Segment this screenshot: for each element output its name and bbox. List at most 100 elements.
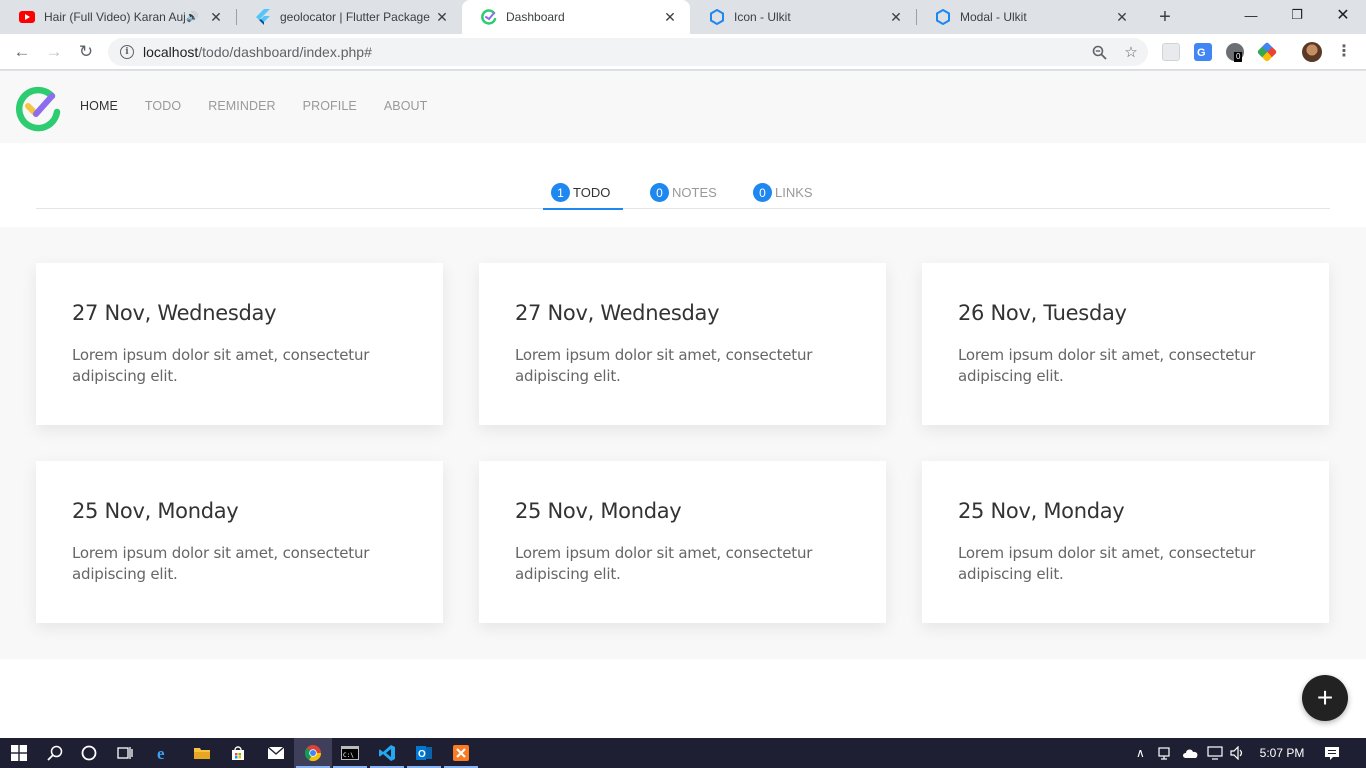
add-todo-button[interactable]: +	[1302, 675, 1348, 721]
extension-privacy-icon[interactable]: 0	[1226, 43, 1244, 62]
close-tab-icon[interactable]: ✕	[888, 9, 904, 25]
tab-label: Links	[775, 185, 813, 200]
browser-tab-geolocator[interactable]: geolocator | Flutter Package ✕	[236, 0, 462, 34]
youtube-icon	[19, 9, 35, 25]
card-body: Lorem ipsum dolor sit amet, consectetur …	[72, 346, 370, 385]
todo-card[interactable]: 27 Nov, Wednesday Lorem ipsum dolor sit …	[479, 263, 886, 425]
bookmark-star-icon[interactable]: ☆	[1122, 43, 1140, 61]
windows-start-icon[interactable]	[0, 738, 38, 768]
tab-label: Notes	[672, 185, 717, 200]
content-tabs: 1 Todo 0 Notes 0 Links	[36, 183, 1330, 210]
tab-title: Modal - Ulkit	[960, 10, 1027, 24]
cortana-icon[interactable]	[70, 738, 108, 768]
site-info-icon[interactable]: i	[120, 45, 134, 59]
tab-title: Icon - Ulkit	[734, 10, 791, 24]
file-explorer-icon[interactable]	[183, 738, 221, 768]
card-body: Lorem ipsum dolor sit amet, consectetur …	[515, 346, 813, 385]
count-badge: 0	[650, 183, 669, 202]
outlook-icon[interactable]: O	[405, 738, 443, 768]
network-tray-icon[interactable]	[1158, 738, 1174, 768]
tab-title: Hair (Full Video) Karan Auj	[44, 10, 186, 24]
edge-icon[interactable]: e	[145, 738, 183, 768]
store-icon[interactable]	[219, 738, 257, 768]
browser-tab-icon-uikit[interactable]: Icon - Ulkit ✕	[690, 0, 916, 34]
back-button[interactable]: ←	[10, 40, 34, 64]
browser-menu-icon[interactable]: ⋮	[1336, 42, 1352, 62]
card-title: 26 Nov, Tuesday	[958, 301, 1127, 325]
browser-tab-modal-uikit[interactable]: Modal - Ulkit ✕	[916, 0, 1142, 34]
card-title: 25 Nov, Monday	[958, 499, 1125, 523]
windows-taskbar: e C:\ O ∧ 5:07 PM	[0, 738, 1366, 768]
zoom-icon[interactable]	[1090, 43, 1108, 61]
page-viewport: Home Todo Reminder Profile About 1 Todo …	[0, 71, 1366, 738]
primary-nav: Home Todo Reminder Profile About	[80, 99, 454, 113]
todo-card[interactable]: 25 Nov, Monday Lorem ipsum dolor sit ame…	[922, 461, 1329, 623]
extension-badge: 0	[1234, 52, 1243, 62]
onedrive-icon[interactable]	[1182, 738, 1200, 768]
xampp-icon[interactable]	[442, 738, 480, 768]
nav-profile[interactable]: Profile	[303, 99, 357, 113]
reload-button[interactable]: ↻	[74, 40, 98, 64]
close-tab-icon[interactable]: ✕	[208, 9, 224, 25]
cards-section: 27 Nov, Wednesday Lorem ipsum dolor sit …	[0, 227, 1366, 659]
card-body: Lorem ipsum dolor sit amet, consectetur …	[958, 544, 1256, 583]
card-body: Lorem ipsum dolor sit amet, consectetur …	[72, 544, 370, 583]
todo-card[interactable]: 27 Nov, Wednesday Lorem ipsum dolor sit …	[36, 263, 443, 425]
card-body: Lorem ipsum dolor sit amet, consectetur …	[958, 346, 1256, 385]
color-picker-extension-icon[interactable]	[1256, 41, 1278, 63]
count-badge: 1	[551, 183, 570, 202]
nav-todo[interactable]: Todo	[145, 99, 181, 113]
restore-button[interactable]: ❐	[1274, 0, 1320, 30]
card-body: Lorem ipsum dolor sit amet, consectetur …	[515, 544, 813, 583]
browser-tab-dashboard[interactable]: Dashboard ✕	[462, 0, 690, 34]
nav-about[interactable]: About	[384, 99, 428, 113]
google-translate-icon[interactable]: G	[1194, 43, 1212, 61]
extension-blank-icon[interactable]	[1162, 43, 1180, 61]
todo-card[interactable]: 26 Nov, Tuesday Lorem ipsum dolor sit am…	[922, 263, 1329, 425]
nav-reminder[interactable]: Reminder	[208, 99, 275, 113]
show-hidden-icons[interactable]: ∧	[1136, 738, 1145, 768]
search-icon[interactable]	[36, 738, 74, 768]
browser-toolbar: ← → ↻ i localhost/todo/dashboard/index.p…	[0, 34, 1366, 70]
tab-links[interactable]: 0 Links	[745, 183, 821, 209]
card-title: 25 Nov, Monday	[72, 499, 239, 523]
card-title: 27 Nov, Wednesday	[515, 301, 720, 325]
chrome-icon[interactable]	[294, 738, 332, 768]
forward-button[interactable]: →	[42, 40, 66, 64]
volume-icon[interactable]	[1230, 738, 1246, 768]
svg-text:G: G	[1197, 47, 1206, 59]
action-center-icon[interactable]	[1324, 738, 1340, 768]
profile-avatar[interactable]	[1302, 42, 1322, 62]
tab-todo[interactable]: 1 Todo	[543, 183, 623, 210]
todo-check-icon	[481, 9, 497, 25]
todo-card[interactable]: 25 Nov, Monday Lorem ipsum dolor sit ame…	[479, 461, 886, 623]
app-logo[interactable]	[14, 82, 64, 132]
tab-notes[interactable]: 0 Notes	[642, 183, 725, 209]
command-prompt-icon[interactable]: C:\	[331, 738, 369, 768]
device-tray-icon[interactable]	[1207, 738, 1223, 768]
address-bar[interactable]: i localhost/todo/dashboard/index.php# ☆	[108, 38, 1148, 66]
audio-playing-icon[interactable]: 🔊	[186, 12, 202, 23]
site-navbar: Home Todo Reminder Profile About	[0, 71, 1366, 143]
vscode-icon[interactable]	[368, 738, 406, 768]
task-view-icon[interactable]	[106, 738, 144, 768]
svg-text:O: O	[418, 749, 426, 760]
url-text: localhost/todo/dashboard/index.php#	[143, 44, 372, 60]
taskbar-clock[interactable]: 5:07 PM	[1254, 738, 1310, 768]
todo-card[interactable]: 25 Nov, Monday Lorem ipsum dolor sit ame…	[36, 461, 443, 623]
browser-tabstrip: Hair (Full Video) Karan Auj 🔊 ✕ geolocat…	[0, 0, 1366, 34]
close-tab-icon[interactable]: ✕	[662, 9, 678, 25]
browser-tab-youtube[interactable]: Hair (Full Video) Karan Auj 🔊 ✕	[0, 0, 236, 34]
mail-icon[interactable]	[257, 738, 295, 768]
tab-title: Dashboard	[506, 10, 565, 24]
tab-title: geolocator | Flutter Package	[280, 10, 430, 24]
count-badge: 0	[753, 183, 772, 202]
nav-home[interactable]: Home	[80, 99, 118, 113]
close-tab-icon[interactable]: ✕	[1114, 9, 1130, 25]
uikit-icon	[935, 9, 951, 25]
card-title: 25 Nov, Monday	[515, 499, 682, 523]
close-window-button[interactable]: ✕	[1320, 0, 1366, 30]
new-tab-button[interactable]: +	[1153, 5, 1177, 29]
minimize-button[interactable]: —	[1228, 0, 1274, 30]
close-tab-icon[interactable]: ✕	[434, 9, 450, 25]
